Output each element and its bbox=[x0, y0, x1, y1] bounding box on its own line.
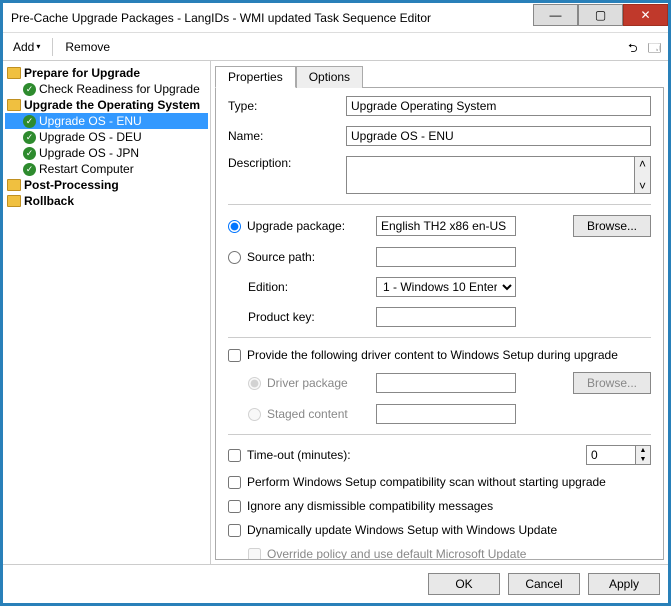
task-sequence-editor-window: Pre-Cache Upgrade Packages - LangIDs - W… bbox=[2, 2, 669, 604]
checkbox-icon[interactable] bbox=[228, 500, 241, 513]
driver-package-radio: Driver package bbox=[228, 376, 368, 390]
titlebar: Pre-Cache Upgrade Packages - LangIDs - W… bbox=[3, 3, 668, 33]
type-label: Type: bbox=[228, 99, 338, 113]
upgrade-package-field bbox=[376, 216, 516, 236]
tree-item-upgrade-jpn[interactable]: ✓Upgrade OS - JPN bbox=[5, 145, 208, 161]
tree-item-upgrade-enu[interactable]: ✓Upgrade OS - ENU bbox=[5, 113, 208, 129]
tree-group-rollback[interactable]: Rollback bbox=[5, 193, 208, 209]
staged-content-field bbox=[376, 404, 516, 424]
driver-content-checkbox[interactable]: Provide the following driver content to … bbox=[228, 348, 651, 362]
spin-down-icon[interactable]: ▼ bbox=[636, 455, 650, 464]
divider bbox=[228, 434, 651, 435]
folder-icon bbox=[7, 99, 21, 111]
properties-tab-content: Type: Name: Description: ˄˅ Upgrade p bbox=[215, 88, 664, 560]
checkbox-icon bbox=[248, 548, 261, 561]
source-path-field[interactable] bbox=[376, 247, 516, 267]
tree-group-upgrade-os[interactable]: Upgrade the Operating System bbox=[5, 97, 208, 113]
timeout-value[interactable] bbox=[586, 445, 636, 465]
name-label: Name: bbox=[228, 129, 338, 143]
tree-item-restart[interactable]: ✓Restart Computer bbox=[5, 161, 208, 177]
scrollbar[interactable]: ˄˅ bbox=[635, 156, 651, 194]
tab-strip: Properties Options bbox=[215, 65, 664, 88]
folder-icon bbox=[7, 179, 21, 191]
staged-content-radio: Staged content bbox=[228, 407, 368, 421]
compat-scan-checkbox[interactable]: Perform Windows Setup compatibility scan… bbox=[228, 475, 651, 489]
name-field[interactable] bbox=[346, 126, 651, 146]
window-title: Pre-Cache Upgrade Packages - LangIDs - W… bbox=[11, 11, 533, 25]
radio-icon bbox=[248, 408, 261, 421]
body: Prepare for Upgrade ✓Check Readiness for… bbox=[3, 61, 668, 564]
check-icon: ✓ bbox=[23, 163, 36, 176]
check-icon: ✓ bbox=[23, 115, 36, 128]
ignore-compat-checkbox[interactable]: Ignore any dismissible compatibility mes… bbox=[228, 499, 651, 513]
check-icon: ✓ bbox=[23, 83, 36, 96]
apply-button[interactable]: Apply bbox=[588, 573, 660, 595]
divider bbox=[228, 204, 651, 205]
product-key-field[interactable] bbox=[376, 307, 516, 327]
add-menu-button[interactable]: Add▾ bbox=[7, 38, 46, 56]
tree-item-upgrade-deu[interactable]: ✓Upgrade OS - DEU bbox=[5, 129, 208, 145]
folder-icon bbox=[7, 195, 21, 207]
browse-upgrade-package-button[interactable]: Browse... bbox=[573, 215, 651, 237]
go-to-icon[interactable]: ⮌ bbox=[628, 39, 644, 55]
spin-up-icon[interactable]: ▲ bbox=[636, 446, 650, 455]
close-button[interactable]: ✕ bbox=[623, 4, 668, 26]
maximize-button[interactable]: ▢ bbox=[578, 4, 623, 26]
tree-group-prepare[interactable]: Prepare for Upgrade bbox=[5, 65, 208, 81]
description-label: Description: bbox=[228, 156, 338, 170]
tab-options[interactable]: Options bbox=[296, 66, 363, 88]
radio-icon bbox=[248, 377, 261, 390]
description-field[interactable] bbox=[346, 156, 635, 194]
checkbox-icon[interactable] bbox=[228, 476, 241, 489]
tab-properties[interactable]: Properties bbox=[215, 66, 296, 88]
timeout-spinner[interactable]: ▲▼ bbox=[586, 445, 651, 465]
cancel-button[interactable]: Cancel bbox=[508, 573, 580, 595]
radio-icon[interactable] bbox=[228, 220, 241, 233]
override-policy-checkbox: Override policy and use default Microsof… bbox=[228, 547, 651, 560]
checkbox-icon[interactable] bbox=[228, 524, 241, 537]
upgrade-package-radio[interactable]: Upgrade package: bbox=[228, 219, 368, 233]
remove-button[interactable]: Remove bbox=[59, 38, 116, 56]
source-path-radio[interactable]: Source path: bbox=[228, 250, 368, 264]
product-key-label: Product key: bbox=[228, 310, 368, 324]
check-icon: ✓ bbox=[23, 131, 36, 144]
type-field bbox=[346, 96, 651, 116]
properties-pane: Properties Options Type: Name: Descripti… bbox=[211, 61, 668, 564]
timeout-checkbox[interactable]: Time-out (minutes): bbox=[228, 448, 578, 462]
toolbar: Add▾ Remove ⮌ 🗔 bbox=[3, 33, 668, 61]
radio-icon[interactable] bbox=[228, 251, 241, 264]
driver-package-field bbox=[376, 373, 516, 393]
browse-driver-package-button[interactable]: Browse... bbox=[573, 372, 651, 394]
checkbox-icon[interactable] bbox=[228, 349, 241, 362]
folder-icon bbox=[7, 67, 21, 79]
task-tree[interactable]: Prepare for Upgrade ✓Check Readiness for… bbox=[3, 61, 211, 564]
tree-group-post[interactable]: Post-Processing bbox=[5, 177, 208, 193]
edition-select[interactable]: 1 - Windows 10 Enterprise bbox=[376, 277, 516, 297]
separator bbox=[52, 38, 53, 56]
find-icon[interactable]: 🗔 bbox=[648, 39, 664, 55]
ok-button[interactable]: OK bbox=[428, 573, 500, 595]
divider bbox=[228, 337, 651, 338]
checkbox-icon[interactable] bbox=[228, 449, 241, 462]
dynamic-update-checkbox[interactable]: Dynamically update Windows Setup with Wi… bbox=[228, 523, 651, 537]
dialog-buttons: OK Cancel Apply bbox=[3, 564, 668, 603]
window-controls: — ▢ ✕ bbox=[533, 9, 668, 26]
minimize-button[interactable]: — bbox=[533, 4, 578, 26]
check-icon: ✓ bbox=[23, 147, 36, 160]
tree-item-readiness[interactable]: ✓Check Readiness for Upgrade bbox=[5, 81, 208, 97]
edition-label: Edition: bbox=[228, 280, 368, 294]
